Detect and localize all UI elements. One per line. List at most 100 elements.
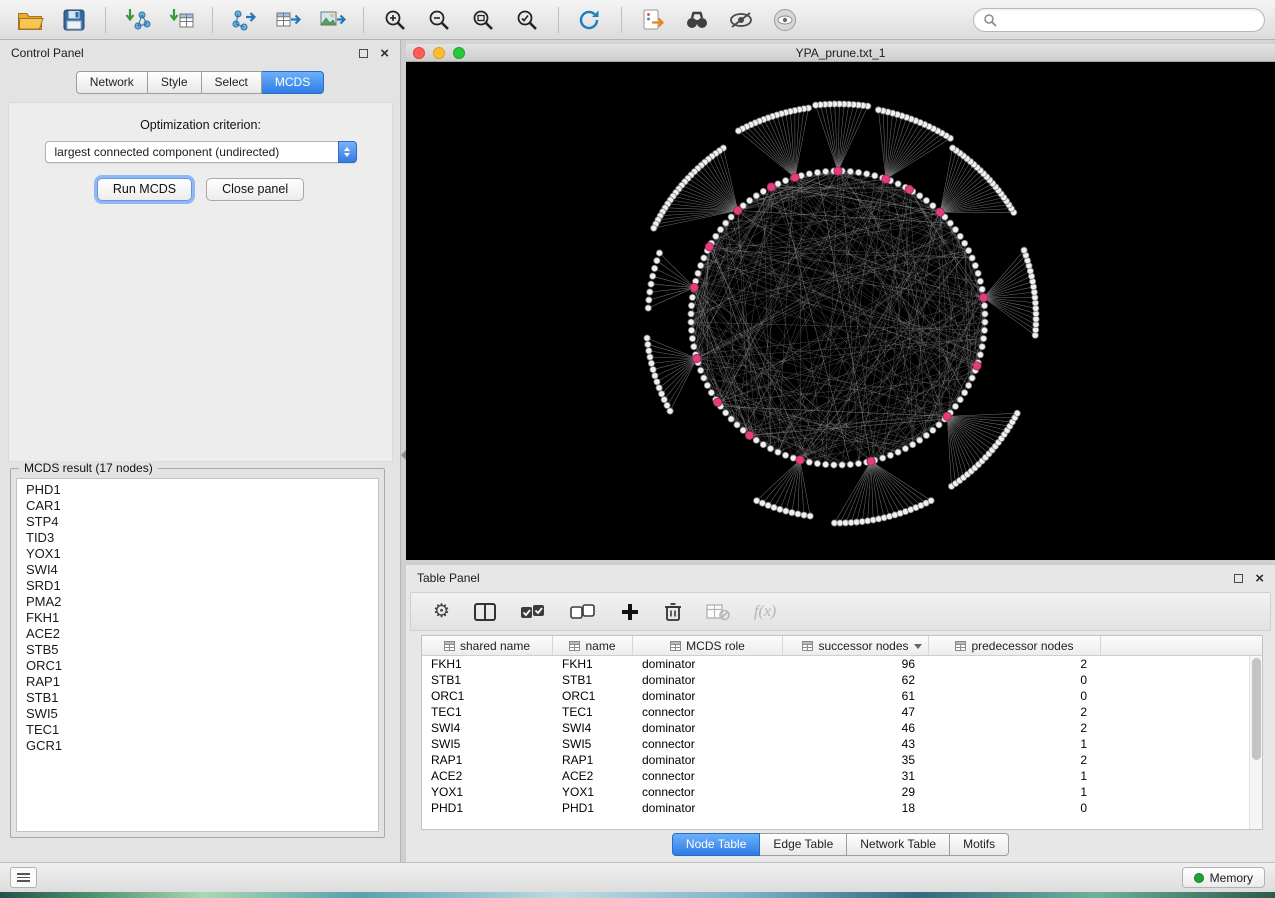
tab-style[interactable]: Style xyxy=(148,71,202,94)
zoom-in-button[interactable] xyxy=(375,4,415,36)
tab-select[interactable]: Select xyxy=(202,71,262,94)
tab-edge-table[interactable]: Edge Table xyxy=(760,833,847,856)
float-panel-icon[interactable] xyxy=(359,49,368,58)
table-scrollbar[interactable] xyxy=(1249,656,1262,829)
show-graphics-details-button[interactable] xyxy=(765,4,805,36)
function-builder-icon[interactable]: f(x) xyxy=(754,598,776,626)
export-image-button[interactable] xyxy=(312,4,352,36)
mcds-result-item[interactable]: PHD1 xyxy=(26,482,378,498)
mcds-result-item[interactable]: STP4 xyxy=(26,514,378,530)
table-row[interactable]: ACE2ACE2connector311 xyxy=(422,768,1249,784)
table-column-icon xyxy=(444,641,455,651)
table-row[interactable]: SWI4SWI4dominator462 xyxy=(422,720,1249,736)
cell-name: YOX1 xyxy=(553,785,633,799)
close-window-icon[interactable] xyxy=(413,47,425,59)
split-panel-icon[interactable] xyxy=(474,598,496,626)
scrollbar-thumb[interactable] xyxy=(1252,658,1261,760)
mcds-result-item[interactable]: RAP1 xyxy=(26,674,378,690)
table-settings-gear-icon[interactable]: ⚙ xyxy=(433,598,450,626)
cell-successor-nodes: 43 xyxy=(783,737,929,751)
tab-network[interactable]: Network xyxy=(76,71,148,94)
tab-motifs[interactable]: Motifs xyxy=(950,833,1009,856)
zoom-selected-button[interactable] xyxy=(507,4,547,36)
sort-dropdown-icon[interactable] xyxy=(914,644,922,649)
mcds-result-item[interactable]: CAR1 xyxy=(26,498,378,514)
select-all-rows-icon[interactable] xyxy=(520,598,546,626)
run-mcds-button[interactable]: Run MCDS xyxy=(97,178,192,201)
table-panel: Table Panel × ⚙ xyxy=(406,565,1275,862)
column-header-predecessor-nodes[interactable]: predecessor nodes xyxy=(929,636,1101,655)
mcds-result-list[interactable]: PHD1CAR1STP4TID3YOX1SWI4SRD1PMA2FKH1ACE2… xyxy=(16,478,379,832)
mcds-result-item[interactable]: ORC1 xyxy=(26,658,378,674)
float-panel-icon[interactable] xyxy=(1234,574,1243,583)
control-panel-header: Control Panel × xyxy=(0,40,400,66)
add-column-icon[interactable] xyxy=(620,598,640,626)
mcds-result-item[interactable]: GCR1 xyxy=(26,738,378,754)
tab-node-table[interactable]: Node Table xyxy=(672,833,761,856)
cell-predecessor-nodes: 0 xyxy=(929,673,1101,687)
mcds-result-group: MCDS result (17 nodes) PHD1CAR1STP4TID3Y… xyxy=(10,468,385,838)
table-row[interactable]: FKH1FKH1dominator962 xyxy=(422,656,1249,672)
refresh-button[interactable] xyxy=(570,4,610,36)
table-row[interactable]: SWI5SWI5connector431 xyxy=(422,736,1249,752)
bird-eye-view-button[interactable] xyxy=(721,4,761,36)
close-panel-icon[interactable]: × xyxy=(1255,571,1264,586)
table-row[interactable]: YOX1YOX1connector291 xyxy=(422,784,1249,800)
table-row[interactable]: ORC1ORC1dominator610 xyxy=(422,688,1249,704)
mcds-result-item[interactable]: SWI4 xyxy=(26,562,378,578)
deselect-all-rows-icon[interactable] xyxy=(570,598,596,626)
delete-column-icon[interactable] xyxy=(664,598,682,626)
optimization-criterion-select[interactable]: largest connected component (undirected) xyxy=(45,141,357,163)
zoom-out-button[interactable] xyxy=(419,4,459,36)
mcds-result-item[interactable]: YOX1 xyxy=(26,546,378,562)
zoom-fit-button[interactable] xyxy=(463,4,503,36)
toolbar-separator xyxy=(558,7,559,33)
close-mcds-panel-button[interactable]: Close panel xyxy=(206,178,304,201)
delete-table-icon[interactable] xyxy=(706,598,730,626)
export-network-button[interactable] xyxy=(224,4,264,36)
memory-button[interactable]: Memory xyxy=(1182,867,1265,888)
mcds-result-item[interactable]: ACE2 xyxy=(26,626,378,642)
import-network-button[interactable] xyxy=(117,4,157,36)
column-header-MCDS-role[interactable]: MCDS role xyxy=(633,636,783,655)
close-panel-icon[interactable]: × xyxy=(380,46,389,61)
search-box[interactable] xyxy=(973,8,1265,32)
import-table-icon xyxy=(168,7,195,33)
open-folder-button[interactable] xyxy=(10,4,50,36)
mcds-result-item[interactable]: SWI5 xyxy=(26,706,378,722)
table-column-icon xyxy=(955,641,966,651)
save-session-button[interactable] xyxy=(54,4,94,36)
mcds-result-item[interactable]: FKH1 xyxy=(26,610,378,626)
maximize-window-icon[interactable] xyxy=(453,47,465,59)
mcds-result-item[interactable]: SRD1 xyxy=(26,578,378,594)
toolbar-separator xyxy=(105,7,106,33)
tab-mcds[interactable]: MCDS xyxy=(262,71,324,94)
table-row[interactable]: STB1STB1dominator620 xyxy=(422,672,1249,688)
network-canvas[interactable] xyxy=(406,62,1275,560)
cell-name: FKH1 xyxy=(553,657,633,671)
column-header-name[interactable]: name xyxy=(553,636,633,655)
column-header-shared-name[interactable]: shared name xyxy=(422,636,553,655)
search-binoculars-button[interactable] xyxy=(677,4,717,36)
cell-successor-nodes: 96 xyxy=(783,657,929,671)
cell-shared-name: YOX1 xyxy=(422,785,553,799)
import-table-button[interactable] xyxy=(161,4,201,36)
table-row[interactable]: PHD1PHD1dominator180 xyxy=(422,800,1249,816)
mcds-result-item[interactable]: PMA2 xyxy=(26,594,378,610)
network-window-titlebar[interactable]: YPA_prune.txt_1 xyxy=(406,44,1275,62)
cell-MCDS-role: dominator xyxy=(633,689,783,703)
export-table-button[interactable] xyxy=(268,4,308,36)
column-header-successor-nodes[interactable]: successor nodes xyxy=(783,636,929,655)
mcds-result-item[interactable]: TID3 xyxy=(26,530,378,546)
minimize-window-icon[interactable] xyxy=(433,47,445,59)
mcds-result-item[interactable]: STB5 xyxy=(26,642,378,658)
status-menu-button[interactable] xyxy=(10,867,37,888)
table-row[interactable]: TEC1TEC1connector472 xyxy=(422,704,1249,720)
control-panel-tabs: NetworkStyleSelectMCDS xyxy=(0,71,400,94)
mcds-result-item[interactable]: STB1 xyxy=(26,690,378,706)
table-row[interactable]: RAP1RAP1dominator352 xyxy=(422,752,1249,768)
search-input[interactable] xyxy=(1003,13,1255,27)
mcds-result-item[interactable]: TEC1 xyxy=(26,722,378,738)
tab-network-table[interactable]: Network Table xyxy=(847,833,950,856)
share-document-button[interactable] xyxy=(633,4,673,36)
